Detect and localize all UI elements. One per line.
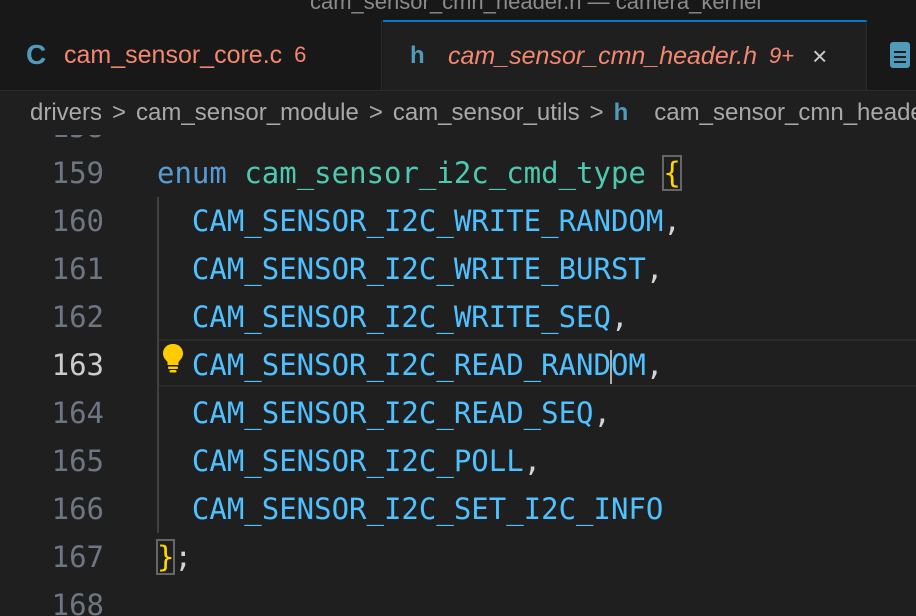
- tab-cam-sensor-core[interactable]: C cam_sensor_core.c 6: [0, 20, 382, 90]
- code-line: 166 CAM_SENSOR_I2C_SET_I2C_INFO: [0, 485, 916, 533]
- code-line-active: 163 CAM_SENSOR_I2C_READ_RANDOM,: [0, 341, 916, 389]
- line-number: 168: [51, 588, 104, 616]
- c-file-icon: C: [26, 39, 47, 70]
- problem-count-badge: 6: [294, 42, 307, 67]
- chevron-right-icon: >: [368, 99, 383, 126]
- code-line: 165 CAM_SENSOR_I2C_POLL,: [0, 437, 916, 485]
- comma: ,: [645, 252, 664, 286]
- code-line: 162 CAM_SENSOR_I2C_WRITE_SEQ,: [0, 293, 916, 341]
- comma: ,: [523, 444, 542, 478]
- line-number: 161: [51, 252, 104, 286]
- tab-label: cam_sensor_cmn_header.h: [448, 41, 757, 70]
- line-number: 167: [51, 540, 104, 574]
- enum-type-name: cam_sensor_i2c_cmd_type: [244, 156, 646, 190]
- code-editor[interactable]: 158 159 enum cam_sensor_i2c_cmd_type { 1…: [0, 135, 916, 616]
- comma: ,: [663, 204, 681, 238]
- code-line: 161 CAM_SENSOR_I2C_WRITE_BURST,: [0, 245, 916, 293]
- enum-member: CAM_SENSOR_I2C_SET_I2C_INFO: [191, 492, 664, 526]
- h-file-icon: h: [410, 42, 425, 69]
- breadcrumb-item-cam-sensor-utils[interactable]: cam_sensor_utils: [393, 99, 580, 127]
- tab-cam-sensor-cmn-header[interactable]: h cam_sensor_cmn_header.h 9+ ×: [383, 20, 867, 90]
- code-line: 168: [0, 581, 916, 616]
- breadcrumb-item-drivers[interactable]: drivers: [30, 99, 102, 127]
- window-title: cam_sensor_cmn_header.h — camera_kernel: [310, 0, 762, 14]
- tab-label: cam_sensor_core.c: [64, 40, 283, 69]
- enum-member: CAM_SENSOR_I2C_POLL: [191, 444, 524, 478]
- line-number: 159: [51, 156, 104, 190]
- enum-member: CAM_SENSOR_I2C_READ_RAND: [191, 348, 611, 382]
- comma: ,: [610, 300, 629, 334]
- tab-next-file[interactable]: [868, 20, 916, 90]
- close-icon[interactable]: ×: [812, 41, 827, 72]
- enum-member-tail: OM: [610, 348, 646, 382]
- open-brace: {: [662, 155, 682, 191]
- comma: ,: [645, 348, 664, 382]
- enum-member: CAM_SENSOR_I2C_WRITE_SEQ: [191, 300, 611, 334]
- keyword: enum: [157, 156, 227, 190]
- breadcrumb-item-file[interactable]: cam_sensor_cmn_header.h: [654, 99, 916, 127]
- line-number: 160: [51, 204, 104, 238]
- code-line: 160 CAM_SENSOR_I2C_WRITE_RANDOM,: [0, 197, 916, 245]
- comma: ,: [593, 396, 611, 430]
- title-bar: cam_sensor_cmn_header.h — camera_kernel: [0, 0, 916, 20]
- document-icon: [890, 42, 910, 68]
- close-brace: }: [155, 539, 176, 575]
- lightbulb-icon[interactable]: [162, 343, 184, 373]
- semicolon: ;: [174, 540, 192, 574]
- line-number: 165: [51, 444, 104, 478]
- enum-member: CAM_SENSOR_I2C_WRITE_RANDOM: [191, 204, 664, 238]
- problem-count-badge: 9+: [768, 43, 795, 68]
- breadcrumb-item-cam-sensor-module[interactable]: cam_sensor_module: [136, 99, 359, 127]
- code-line: 167 };: [0, 533, 916, 581]
- line-number: 164: [51, 396, 104, 430]
- enum-member: CAM_SENSOR_I2C_READ_SEQ: [191, 396, 594, 430]
- line-number: 163: [51, 348, 104, 382]
- breadcrumb: drivers > cam_sensor_module > cam_sensor…: [0, 91, 916, 135]
- editor-window: cam_sensor_cmn_header.h — camera_kernel …: [0, 0, 916, 616]
- enum-member: CAM_SENSOR_I2C_WRITE_BURST: [191, 252, 646, 286]
- code-line: 164 CAM_SENSOR_I2C_READ_SEQ,: [0, 389, 916, 437]
- h-file-icon: h: [613, 99, 629, 126]
- line-number: 166: [51, 492, 104, 526]
- line-number: 162: [51, 300, 104, 334]
- chevron-right-icon: >: [112, 99, 127, 126]
- chevron-right-icon: >: [589, 99, 604, 126]
- code-line: 159 enum cam_sensor_i2c_cmd_type {: [0, 149, 916, 197]
- tab-bar: C cam_sensor_core.c 6 h cam_sensor_cmn_h…: [0, 20, 916, 91]
